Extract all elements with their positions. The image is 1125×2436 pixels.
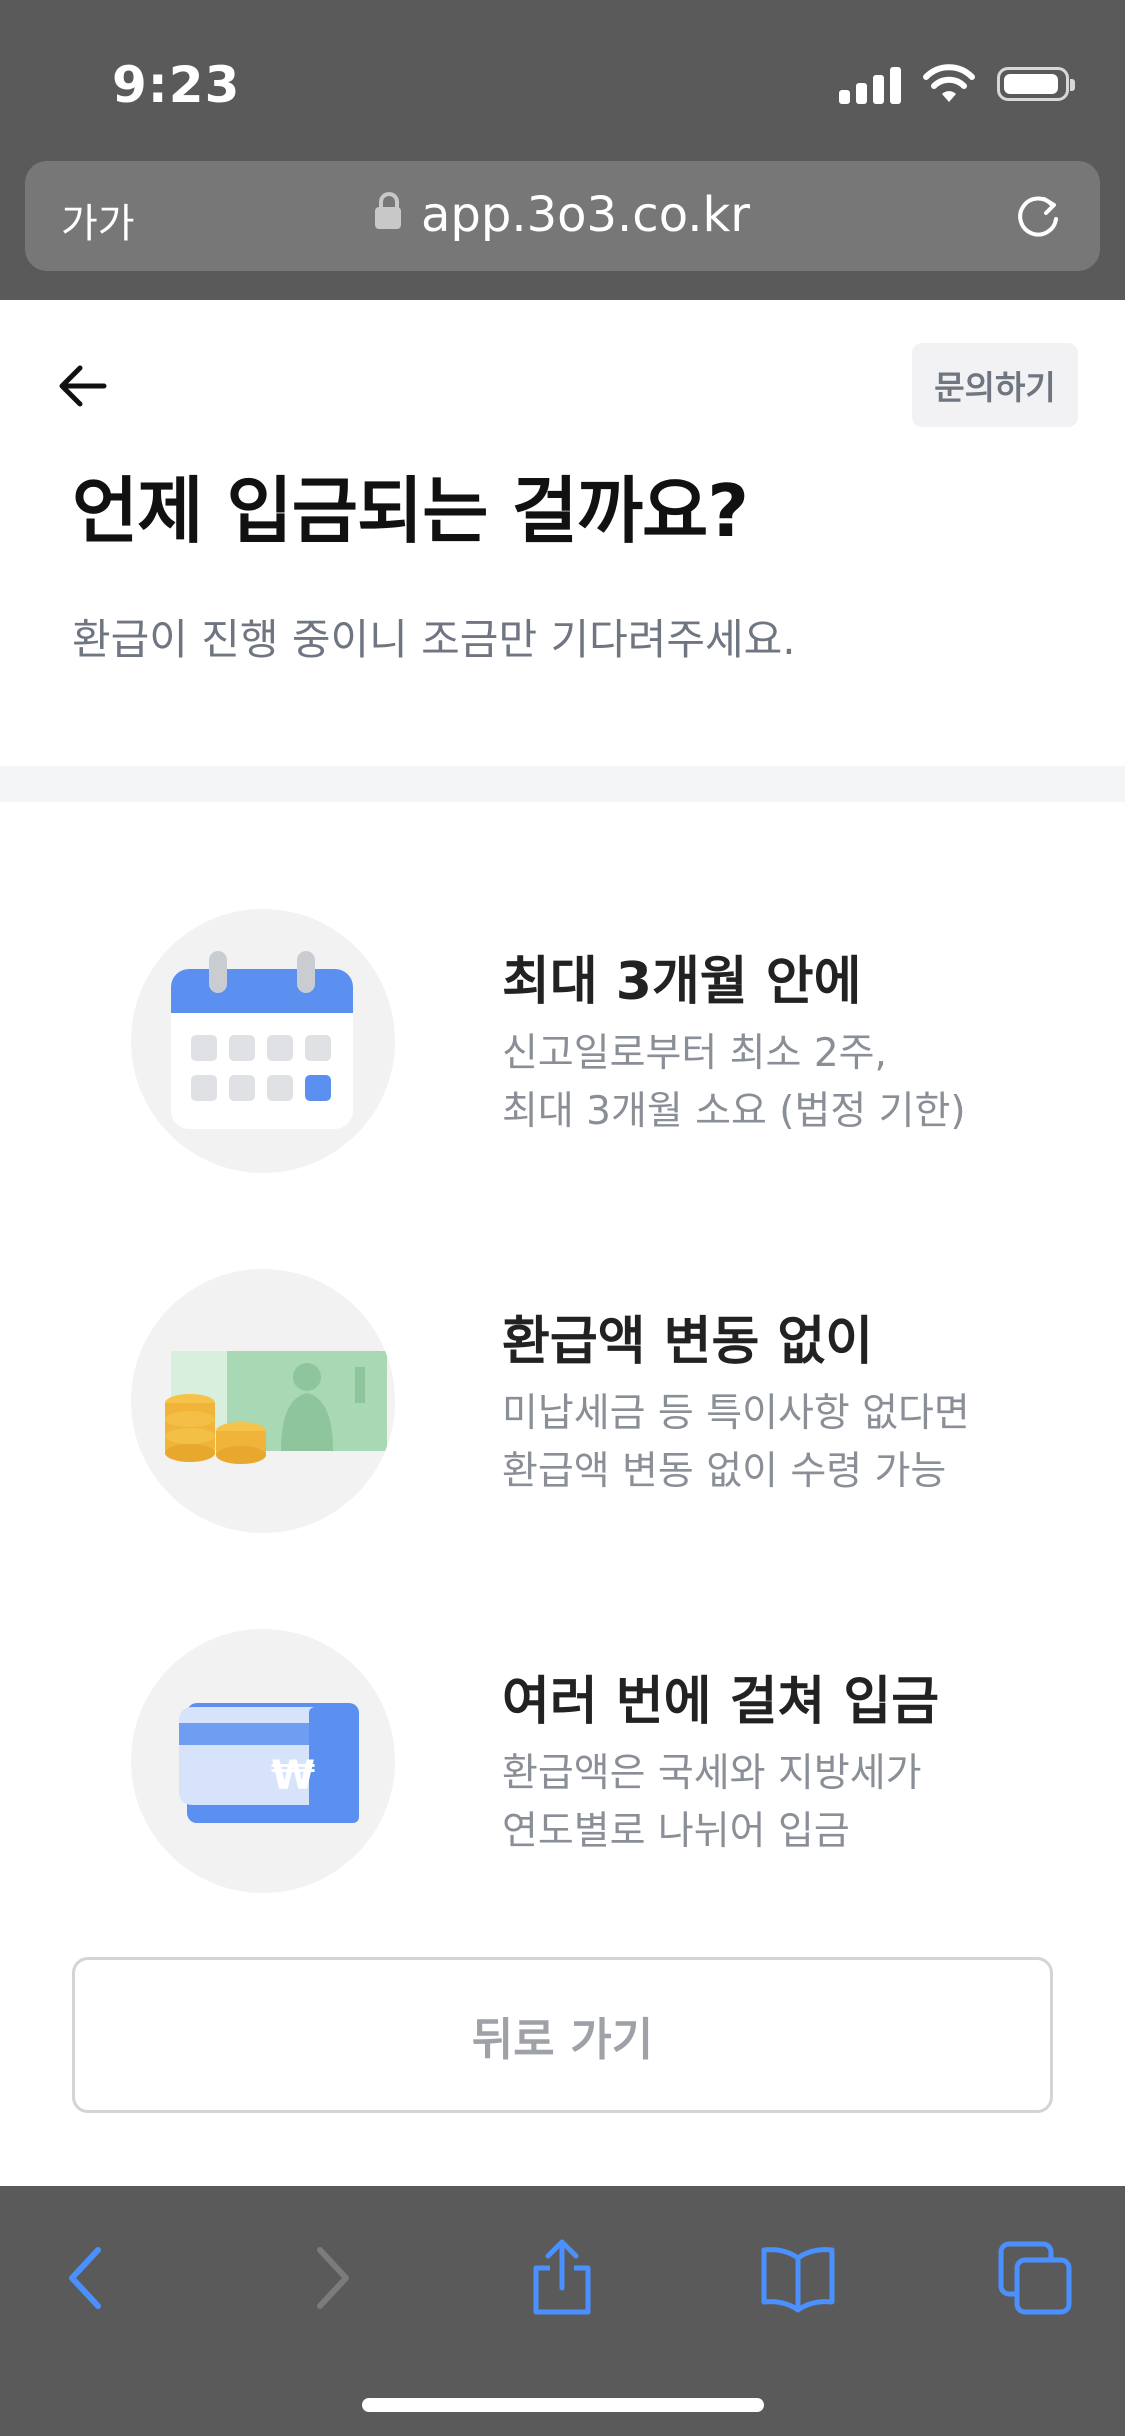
address-bar[interactable]: 가가 app.3o3.co.kr	[25, 161, 1100, 271]
cellular-signal-icon	[839, 64, 901, 104]
info-item-title: 최대 3개월 안에	[502, 952, 862, 1012]
home-indicator	[362, 2398, 764, 2412]
info-item-description: 신고일로부터 최소 2주, 최대 3개월 소요 (법정 기한)	[502, 1025, 966, 1141]
info-item: 최대 3개월 안에 신고일로부터 최소 2주, 최대 3개월 소요 (법정 기한…	[0, 909, 1125, 1179]
browser-forward-icon[interactable]	[290, 2238, 370, 2318]
share-icon[interactable]	[522, 2238, 602, 2318]
go-back-button[interactable]: 뒤로 가기	[72, 1957, 1053, 2113]
tabs-icon[interactable]	[995, 2238, 1075, 2318]
description-line: 연도별로 나뉘어 입금	[502, 1809, 850, 1854]
page-title: 언제 입금되는 걸까요?	[72, 469, 749, 553]
reload-icon[interactable]	[1012, 191, 1064, 243]
calendar-icon	[131, 909, 395, 1173]
lock-icon	[374, 192, 401, 229]
description-line: 미납세금 등 특이사항 없다면	[502, 1391, 970, 1436]
description-line: 신고일로부터 최소 2주,	[502, 1031, 887, 1076]
description-line: 최대 3개월 소요 (법정 기한)	[502, 1089, 966, 1134]
url-field[interactable]: app.3o3.co.kr	[25, 187, 1100, 243]
svg-text:₩: ₩	[271, 1753, 315, 1799]
card-icon: ₩	[131, 1629, 395, 1893]
info-item-description: 미납세금 등 특이사항 없다면 환급액 변동 없이 수령 가능	[502, 1385, 970, 1501]
description-line: 환급액 변동 없이 수령 가능	[502, 1449, 947, 1494]
url-text: app.3o3.co.kr	[420, 187, 750, 243]
section-divider	[0, 766, 1125, 802]
page-subtitle: 환급이 진행 중이니 조금만 기다려주세요.	[72, 615, 796, 664]
info-item-description: 환급액은 국세와 지방세가 연도별로 나뉘어 입금	[502, 1745, 921, 1861]
bookmarks-icon[interactable]	[758, 2238, 838, 2318]
browser-back-icon[interactable]	[48, 2238, 128, 2318]
status-time: 9:23	[112, 56, 241, 114]
wifi-icon	[923, 64, 975, 102]
info-item: ₩ 여러 번에 걸쳐 입금 환급액은 국세와 지방세가 연도별로 나뉘어 입금	[0, 1629, 1125, 1899]
description-line: 환급액은 국세와 지방세가	[502, 1751, 922, 1796]
money-icon	[131, 1269, 395, 1533]
info-item: 환급액 변동 없이 미납세금 등 특이사항 없다면 환급액 변동 없이 수령 가…	[0, 1269, 1125, 1539]
inquiry-button[interactable]: 문의하기	[912, 343, 1078, 427]
browser-top-bar: 9:23 가가 app.3o3.co.kr	[0, 0, 1125, 300]
info-item-title: 여러 번에 걸쳐 입금	[502, 1672, 940, 1732]
status-icons	[839, 64, 1075, 104]
info-item-title: 환급액 변동 없이	[502, 1312, 874, 1372]
battery-icon	[997, 67, 1075, 101]
back-arrow-icon[interactable]	[54, 358, 110, 414]
